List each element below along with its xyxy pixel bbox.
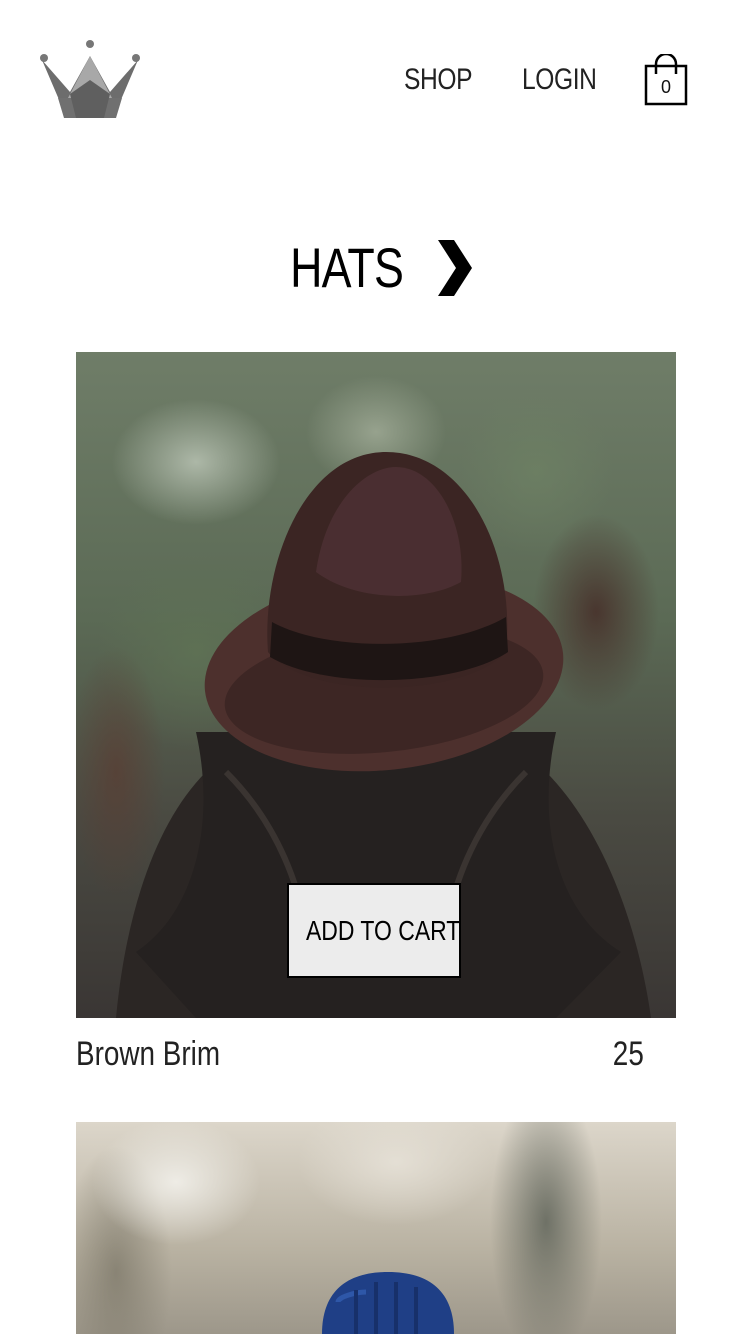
nav-login-link[interactable]: LOGIN — [522, 58, 597, 102]
product-meta: Brown Brim 25 — [76, 1018, 676, 1090]
product-card — [76, 1122, 676, 1334]
product-image[interactable] — [76, 1122, 676, 1334]
site-header: SHOP LOGIN 0 — [0, 0, 750, 160]
product-card: ADD TO CART Brown Brim 25 — [76, 352, 676, 1090]
collection-title: HATS — [290, 236, 405, 299]
chevron-right-icon — [437, 240, 472, 296]
add-to-cart-button[interactable]: ADD TO CART — [287, 883, 461, 978]
product-name: Brown Brim — [76, 1035, 221, 1073]
crown-logo-icon[interactable] — [38, 38, 142, 120]
collection-title-link[interactable]: HATS — [0, 228, 750, 308]
cart-count: 0 — [660, 77, 671, 97]
product-image[interactable]: ADD TO CART — [76, 352, 676, 1018]
cart-button[interactable]: 0 — [642, 54, 690, 108]
blue-beanie-figure — [322, 1272, 454, 1334]
nav-shop-link[interactable]: SHOP — [404, 58, 472, 102]
product-price: 25 — [612, 1035, 644, 1073]
